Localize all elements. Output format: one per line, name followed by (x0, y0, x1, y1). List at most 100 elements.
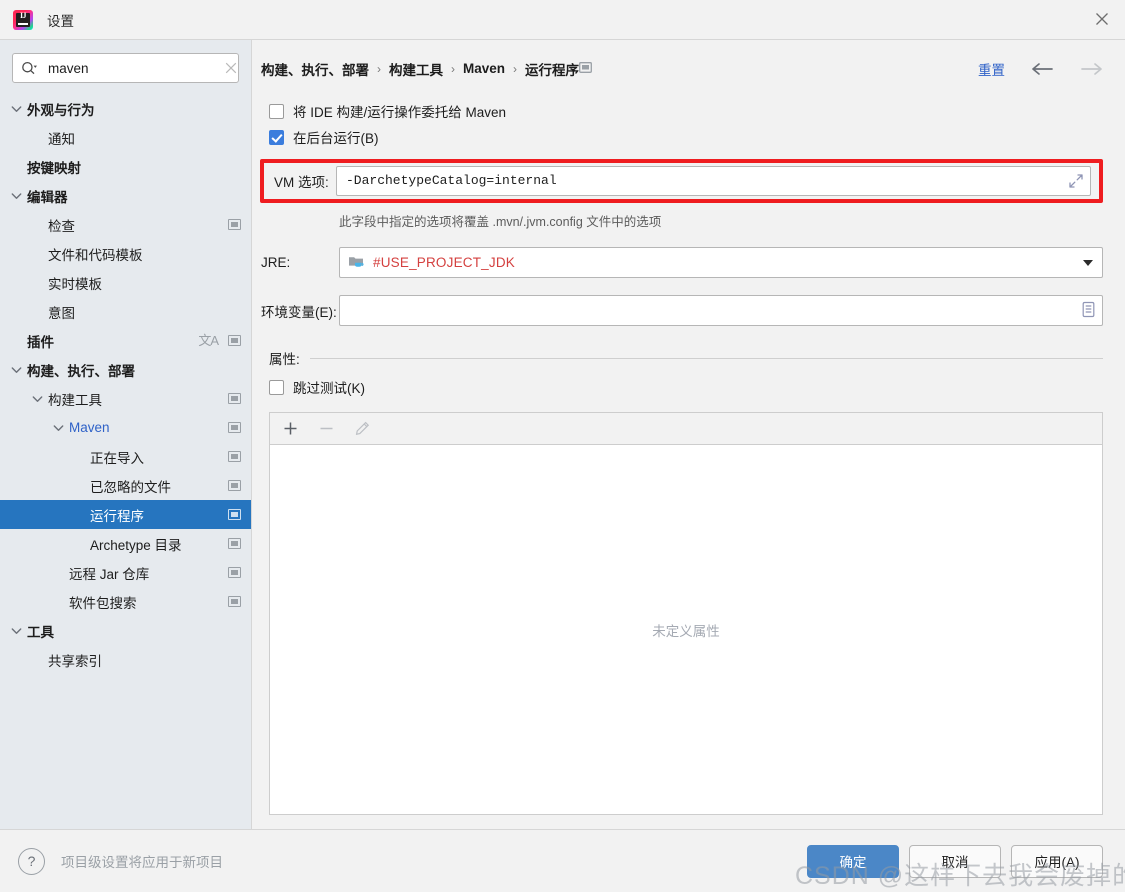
env-vars-field[interactable] (339, 295, 1103, 326)
sidebar-item-icons (228, 480, 241, 491)
cancel-button[interactable]: 取消 (909, 844, 1001, 878)
list-edit-icon[interactable] (1081, 301, 1096, 321)
breadcrumb-part-1[interactable]: 构建工具 (389, 59, 443, 79)
sidebar-item-label: 按键映射 (27, 160, 81, 176)
skip-tests-checkbox[interactable] (269, 379, 284, 395)
sidebar-item-13[interactable]: 已忽略的文件 (0, 471, 251, 500)
sidebar-item-label: 构建工具 (48, 392, 102, 408)
chevron-down-icon[interactable] (10, 102, 23, 115)
sidebar-item-17[interactable]: 软件包搜索 (0, 587, 251, 616)
breadcrumb[interactable]: 构建、执行、部署 › 构建工具 › Maven › 运行程序 (261, 59, 579, 79)
run-in-background-label: 在后台运行(B) (293, 131, 379, 146)
env-vars-row: 环境变量(E): (261, 295, 1103, 326)
sidebar-item-16[interactable]: 远程 Jar 仓库 (0, 558, 251, 587)
remove-button[interactable] (316, 419, 336, 439)
sidebar-item-label: 检查 (48, 218, 75, 234)
sidebar-item-1[interactable]: 通知 (0, 123, 251, 152)
chevron-down-icon[interactable] (1083, 259, 1093, 266)
sidebar-item-label: 已忽略的文件 (90, 479, 171, 495)
sidebar-item-label: 通知 (48, 131, 75, 147)
project-scope-icon (228, 219, 241, 230)
folder-jdk-icon (348, 254, 365, 271)
sidebar-item-label: 构建、执行、部署 (27, 363, 135, 379)
sidebar-item-icons: 文A (198, 334, 241, 347)
run-in-background-checkbox[interactable] (269, 129, 284, 145)
sidebar-item-11[interactable]: Maven (0, 413, 251, 442)
breadcrumb-part-2[interactable]: Maven (463, 61, 505, 76)
sidebar-item-9[interactable]: 构建、执行、部署 (0, 355, 251, 384)
reset-link[interactable]: 重置 (978, 59, 1005, 79)
sidebar-item-14[interactable]: 运行程序 (0, 500, 251, 529)
delegate-build-checkbox[interactable] (269, 103, 284, 119)
search-icon (21, 61, 38, 76)
section-divider (309, 357, 1103, 359)
vm-options-field[interactable] (336, 165, 1091, 196)
sidebar-item-label: 运行程序 (90, 508, 144, 524)
sidebar-item-label: 插件 (27, 334, 54, 350)
sidebar-item-3[interactable]: 编辑器 (0, 181, 251, 210)
arrow-right-icon[interactable] (1080, 62, 1103, 76)
breadcrumb-part-0[interactable]: 构建、执行、部署 (261, 59, 369, 79)
settings-content: 将 IDE 构建/运行操作委托给 Maven 在后台运行(B) VM 选项: -… (252, 88, 1125, 829)
properties-label: 属性: (269, 352, 300, 367)
run-in-background-row[interactable]: 在后台运行(B) (269, 124, 1103, 150)
sidebar-item-5[interactable]: 文件和代码模板 (0, 239, 251, 268)
chevron-down-icon[interactable] (10, 363, 23, 376)
vm-options-hint: 此字段中指定的选项将覆盖 .mvn/.jvm.config 文件中的选项 (339, 215, 662, 229)
sidebar-item-12[interactable]: 正在导入 (0, 442, 251, 471)
help-icon[interactable]: ? (18, 847, 45, 875)
sidebar-item-label: 意图 (48, 305, 75, 321)
env-vars-label: 环境变量(E): (261, 304, 337, 320)
env-vars-input[interactable] (349, 303, 1081, 318)
arrow-left-icon[interactable] (1031, 62, 1054, 76)
project-scope-icon (579, 61, 592, 76)
edit-pencil-icon[interactable] (352, 419, 372, 439)
apply-button[interactable]: 应用(A) (1011, 844, 1103, 878)
sidebar-item-icons (228, 509, 241, 520)
chevron-down-icon[interactable] (10, 189, 23, 202)
sidebar-item-7[interactable]: 意图 (0, 297, 251, 326)
sidebar-item-label: 正在导入 (90, 450, 144, 466)
delegate-build-row[interactable]: 将 IDE 构建/运行操作委托给 Maven (269, 98, 1103, 124)
window-title: 设置 (47, 13, 74, 29)
close-icon[interactable] (1079, 0, 1125, 38)
sidebar-item-18[interactable]: 工具 (0, 616, 251, 645)
project-scope-icon (228, 451, 241, 462)
jre-label: JRE: (261, 255, 291, 270)
properties-section-header: 属性: (269, 348, 1103, 368)
sidebar-item-4[interactable]: 检查 (0, 210, 251, 239)
sidebar-item-2[interactable]: 按键映射 (0, 152, 251, 181)
translate-icon: 文A (198, 333, 219, 348)
breadcrumb-actions: 重置 (978, 59, 1103, 79)
add-button[interactable] (280, 419, 300, 439)
settings-dialog: IJ 设置 maven 外观与行为 通知 按键映射 编辑器 检查 文件和代码模板… (0, 0, 1125, 892)
sidebar-item-0[interactable]: 外观与行为 (0, 94, 251, 123)
settings-tree[interactable]: 外观与行为通知按键映射编辑器检查文件和代码模板实时模板意图插件 文A 构建、执行、部… (0, 92, 251, 829)
sidebar-item-15[interactable]: Archetype 目录 (0, 529, 251, 558)
sidebar-item-label: 共享索引 (48, 653, 102, 669)
chevron-down-icon[interactable] (10, 624, 23, 637)
skip-tests-row[interactable]: 跳过测试(K) (269, 374, 1103, 400)
sidebar-item-label: 外观与行为 (27, 102, 95, 118)
sidebar-item-19[interactable]: 共享索引 (0, 645, 251, 674)
expand-icon[interactable] (1068, 173, 1084, 189)
jre-row: JRE: #USE_PROJECT_JDK (261, 247, 1103, 278)
search-box[interactable] (12, 53, 239, 83)
sidebar-item-icons (228, 451, 241, 462)
sidebar-item-6[interactable]: 实时模板 (0, 268, 251, 297)
ok-button[interactable]: 确定 (807, 844, 899, 878)
sidebar-item-8[interactable]: 插件 文A (0, 326, 251, 355)
chevron-down-icon[interactable] (31, 392, 44, 405)
intellij-idea-icon: IJ (13, 9, 33, 30)
properties-empty-text: 未定义属性 (652, 623, 720, 639)
properties-toolbar (269, 412, 1103, 444)
sidebar-item-10[interactable]: 构建工具 (0, 384, 251, 413)
jre-combobox[interactable]: #USE_PROJECT_JDK (339, 247, 1103, 278)
clear-icon[interactable] (225, 62, 237, 74)
chevron-down-icon[interactable] (52, 421, 65, 434)
search-input[interactable] (48, 60, 225, 76)
breadcrumb-part-3[interactable]: 运行程序 (525, 59, 579, 79)
sidebar-item-label: 实时模板 (48, 276, 102, 292)
vm-options-input[interactable] (346, 173, 1068, 188)
sidebar-item-icons (228, 538, 241, 549)
